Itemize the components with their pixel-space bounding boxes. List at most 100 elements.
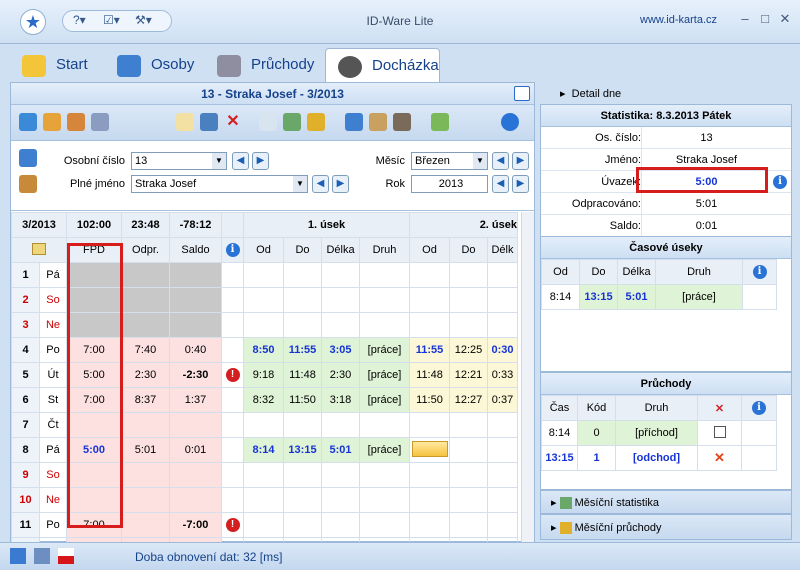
druh-cell[interactable]: [práce] [359,437,410,463]
druh-cell[interactable]: [práce] [359,337,410,363]
col-saldo[interactable]: Saldo [169,237,222,263]
druh-cell[interactable] [359,487,410,513]
delka2-cell[interactable] [487,287,518,313]
do2-cell[interactable]: 12:25 [449,337,488,363]
save-icon[interactable] [200,113,218,131]
prev-person-button[interactable]: ◀ [232,152,249,170]
do-cell[interactable] [283,487,322,513]
od-cell[interactable]: 9:18 [243,362,284,388]
next-year-button[interactable]: ▶ [512,175,529,193]
saldo-cell[interactable]: 0:01 [169,437,222,463]
do2-cell[interactable] [449,312,488,338]
refresh-icon[interactable] [19,113,37,131]
website-link[interactable]: www.id-karta.cz [640,14,717,26]
saldo-cell[interactable]: 1:37 [169,387,222,413]
od2-cell[interactable] [409,262,450,288]
mesic-select[interactable]: Březen ▼ [411,152,488,170]
cas-row[interactable]: 8:14 13:15 5:01 [práce] [541,284,777,310]
do-cell[interactable] [283,462,322,488]
warning-icon[interactable]: ! [225,368,240,382]
delka-cell[interactable]: 3:05 [321,337,360,363]
druh-cell[interactable] [359,287,410,313]
close-button[interactable]: ✕ [778,12,792,26]
delka-cell[interactable] [321,512,360,538]
odpr-cell[interactable]: 8:37 [121,387,170,413]
warning-icon[interactable]: ! [225,518,240,532]
layout-icon[interactable] [10,548,26,564]
do2-cell[interactable] [449,437,488,463]
settings-icon[interactable] [91,113,109,131]
do2-cell[interactable]: 12:21 [449,362,488,388]
saldo-cell[interactable]: 0:40 [169,337,222,363]
person-icon[interactable] [19,149,37,167]
od2-cell[interactable]: 11:50 [409,387,450,413]
od-cell[interactable] [243,287,284,313]
minimize-button[interactable]: – [738,12,752,26]
col-druh[interactable]: Druh [359,237,410,263]
druh-cell[interactable] [359,462,410,488]
delka2-cell[interactable] [487,512,518,538]
od-cell[interactable] [243,312,284,338]
delete-icon[interactable]: ✕ [224,113,242,131]
do-cell[interactable] [283,512,322,538]
report-icon[interactable] [369,113,387,131]
modules-icon[interactable] [34,548,50,564]
detail-dne-header[interactable]: ▸ Detail dne [540,84,621,104]
delka-cell[interactable] [321,287,360,313]
tab-osoby[interactable]: Osoby [105,48,195,82]
card-icon[interactable] [393,113,411,131]
delete-column-icon[interactable]: ✕ [715,403,724,415]
do-cell[interactable] [283,312,322,338]
import-icon[interactable] [431,113,449,131]
odpr-cell[interactable]: 5:01 [121,437,170,463]
do2-cell[interactable] [449,462,488,488]
col-delka2[interactable]: Délk [487,237,518,263]
od2-cell[interactable] [409,462,450,488]
od-cell[interactable] [243,512,284,538]
plne-jmeno-select[interactable]: Straka Josef ▼ [131,175,308,193]
od2-cell[interactable]: 11:55 [409,337,450,363]
od2-cell[interactable] [409,287,450,313]
druh-cell[interactable] [359,312,410,338]
do2-cell[interactable] [449,287,488,313]
od-cell[interactable] [243,262,284,288]
delka2-cell[interactable] [487,437,518,463]
odpr-cell[interactable] [121,262,170,288]
delka-cell[interactable] [321,412,360,438]
delka2-cell[interactable] [487,262,518,288]
do2-cell[interactable] [449,412,488,438]
od2-cell[interactable] [409,412,450,438]
druh-cell[interactable] [359,512,410,538]
od-cell[interactable] [243,462,284,488]
tab-pruchody[interactable]: Průchody [205,48,315,82]
od-cell[interactable] [243,412,284,438]
next-name-button[interactable]: ▶ [332,175,349,193]
druh-cell[interactable]: [práce] [359,362,410,388]
saldo-cell[interactable]: -2:30 [169,362,222,388]
saldo-cell[interactable] [169,462,222,488]
info-icon[interactable]: i [752,401,766,415]
delka-cell[interactable]: 2:30 [321,362,360,388]
odpr-cell[interactable]: 7:40 [121,337,170,363]
note-icon[interactable] [32,242,46,255]
odpr-cell[interactable] [121,462,170,488]
tab-dochazka[interactable]: Docházka [325,48,440,82]
druh-cell[interactable]: [práce] [359,387,410,413]
delka-cell[interactable] [321,262,360,288]
maximize-button[interactable]: □ [758,12,772,26]
people-icon[interactable] [67,113,85,131]
delka-cell[interactable] [321,487,360,513]
chart-icon[interactable] [283,113,301,131]
do2-cell[interactable] [449,487,488,513]
selected-cell[interactable] [411,440,448,457]
odpr-cell[interactable] [121,312,170,338]
odpr-cell[interactable] [121,287,170,313]
prev-year-button[interactable]: ◀ [492,175,509,193]
od-cell[interactable]: 8:32 [243,387,284,413]
od2-cell[interactable] [409,437,450,463]
info-icon[interactable]: i [773,175,787,189]
mesicni-statistika-item[interactable]: ▸ Měsíční statistika [540,490,792,514]
next-person-button[interactable]: ▶ [252,152,269,170]
do-cell[interactable] [283,287,322,313]
delka2-cell[interactable]: 0:30 [487,337,518,363]
